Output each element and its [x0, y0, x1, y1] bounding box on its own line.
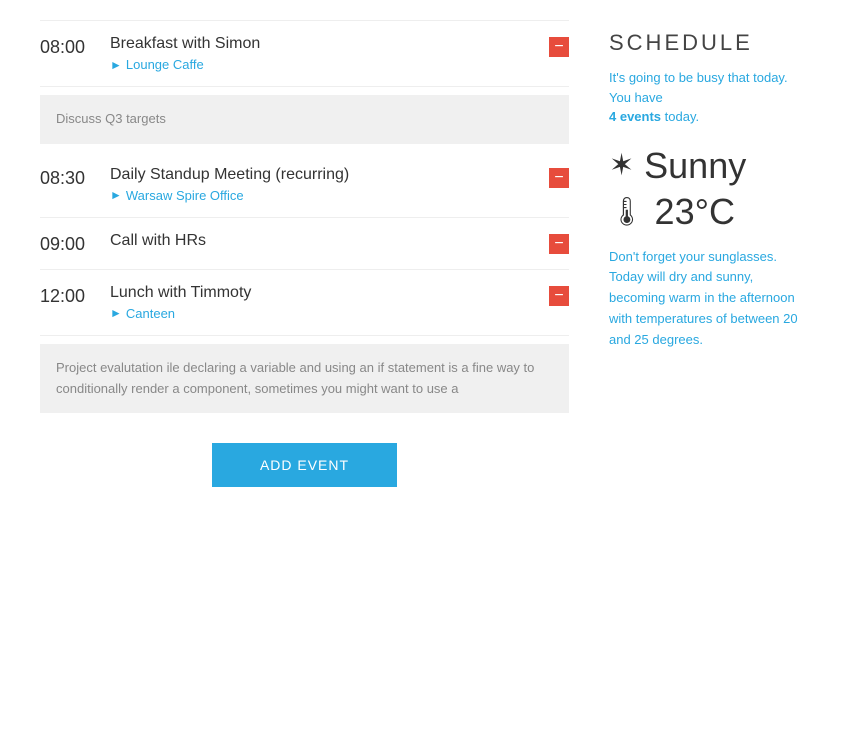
- note-text-1: Discuss Q3 targets: [56, 111, 166, 126]
- event-item-2: 08:30 Daily Standup Meeting (recurring) …: [40, 152, 569, 218]
- temp-row: 🌡 23°C: [609, 191, 809, 233]
- event-body-4: Lunch with Timmoty ► Canteen: [110, 284, 549, 321]
- event-time-4: 12:00: [40, 284, 110, 307]
- event-time-2: 08:30: [40, 166, 110, 189]
- event-count: 4 events: [609, 109, 661, 124]
- event-title-2: Daily Standup Meeting (recurring): [110, 166, 549, 184]
- event-location-text-4: Canteen: [126, 306, 175, 321]
- delete-button-4[interactable]: −: [549, 286, 569, 306]
- event-body-2: Daily Standup Meeting (recurring) ► Wars…: [110, 166, 549, 203]
- event-location-4: ► Canteen: [110, 306, 549, 321]
- location-icon-2: ►: [110, 188, 122, 202]
- right-panel: SCHEDULE It's going to be busy that toda…: [609, 20, 809, 487]
- event-body-1: Breakfast with Simon ► Lounge Caffe: [110, 35, 549, 72]
- event-item-1: 08:00 Breakfast with Simon ► Lounge Caff…: [40, 20, 569, 87]
- location-icon-1: ►: [110, 58, 122, 72]
- event-time-3: 09:00: [40, 232, 110, 255]
- intro-line1: It's going to be busy that today. You ha…: [609, 70, 788, 105]
- left-panel: 08:00 Breakfast with Simon ► Lounge Caff…: [40, 20, 569, 487]
- event-title-4: Lunch with Timmoty: [110, 284, 549, 302]
- delete-button-3[interactable]: −: [549, 234, 569, 254]
- weather-temperature: 23°C: [655, 191, 735, 233]
- event-item-3: 09:00 Call with HRs −: [40, 218, 569, 270]
- event-location-1: ► Lounge Caffe: [110, 57, 549, 72]
- location-icon-4: ►: [110, 306, 122, 320]
- event-body-3: Call with HRs: [110, 232, 549, 254]
- event-location-2: ► Warsaw Spire Office: [110, 188, 549, 203]
- note-box-1: Discuss Q3 targets: [40, 95, 569, 144]
- event-time-1: 08:00: [40, 35, 110, 58]
- note-text-4: Project evalutation ile declaring a vari…: [56, 360, 534, 396]
- event-title-1: Breakfast with Simon: [110, 35, 549, 53]
- note-box-4: Project evalutation ile declaring a vari…: [40, 344, 569, 414]
- event-location-text-2: Warsaw Spire Office: [126, 188, 244, 203]
- event-title-3: Call with HRs: [110, 232, 549, 250]
- weather-row: ✶ Sunny: [609, 145, 809, 187]
- weather-description: Don't forget your sunglasses. Today will…: [609, 247, 809, 351]
- add-event-button[interactable]: ADD EVENT: [212, 443, 397, 487]
- delete-button-2[interactable]: −: [549, 168, 569, 188]
- event-location-text-1: Lounge Caffe: [126, 57, 204, 72]
- sun-icon: ✶: [609, 148, 634, 183]
- weather-condition: Sunny: [644, 145, 746, 187]
- thermometer-icon: 🌡: [609, 195, 645, 228]
- intro-line2: today.: [665, 109, 699, 124]
- delete-button-1[interactable]: −: [549, 37, 569, 57]
- schedule-title: SCHEDULE: [609, 30, 809, 56]
- event-item-4: 12:00 Lunch with Timmoty ► Canteen −: [40, 270, 569, 336]
- schedule-intro: It's going to be busy that today. You ha…: [609, 68, 809, 127]
